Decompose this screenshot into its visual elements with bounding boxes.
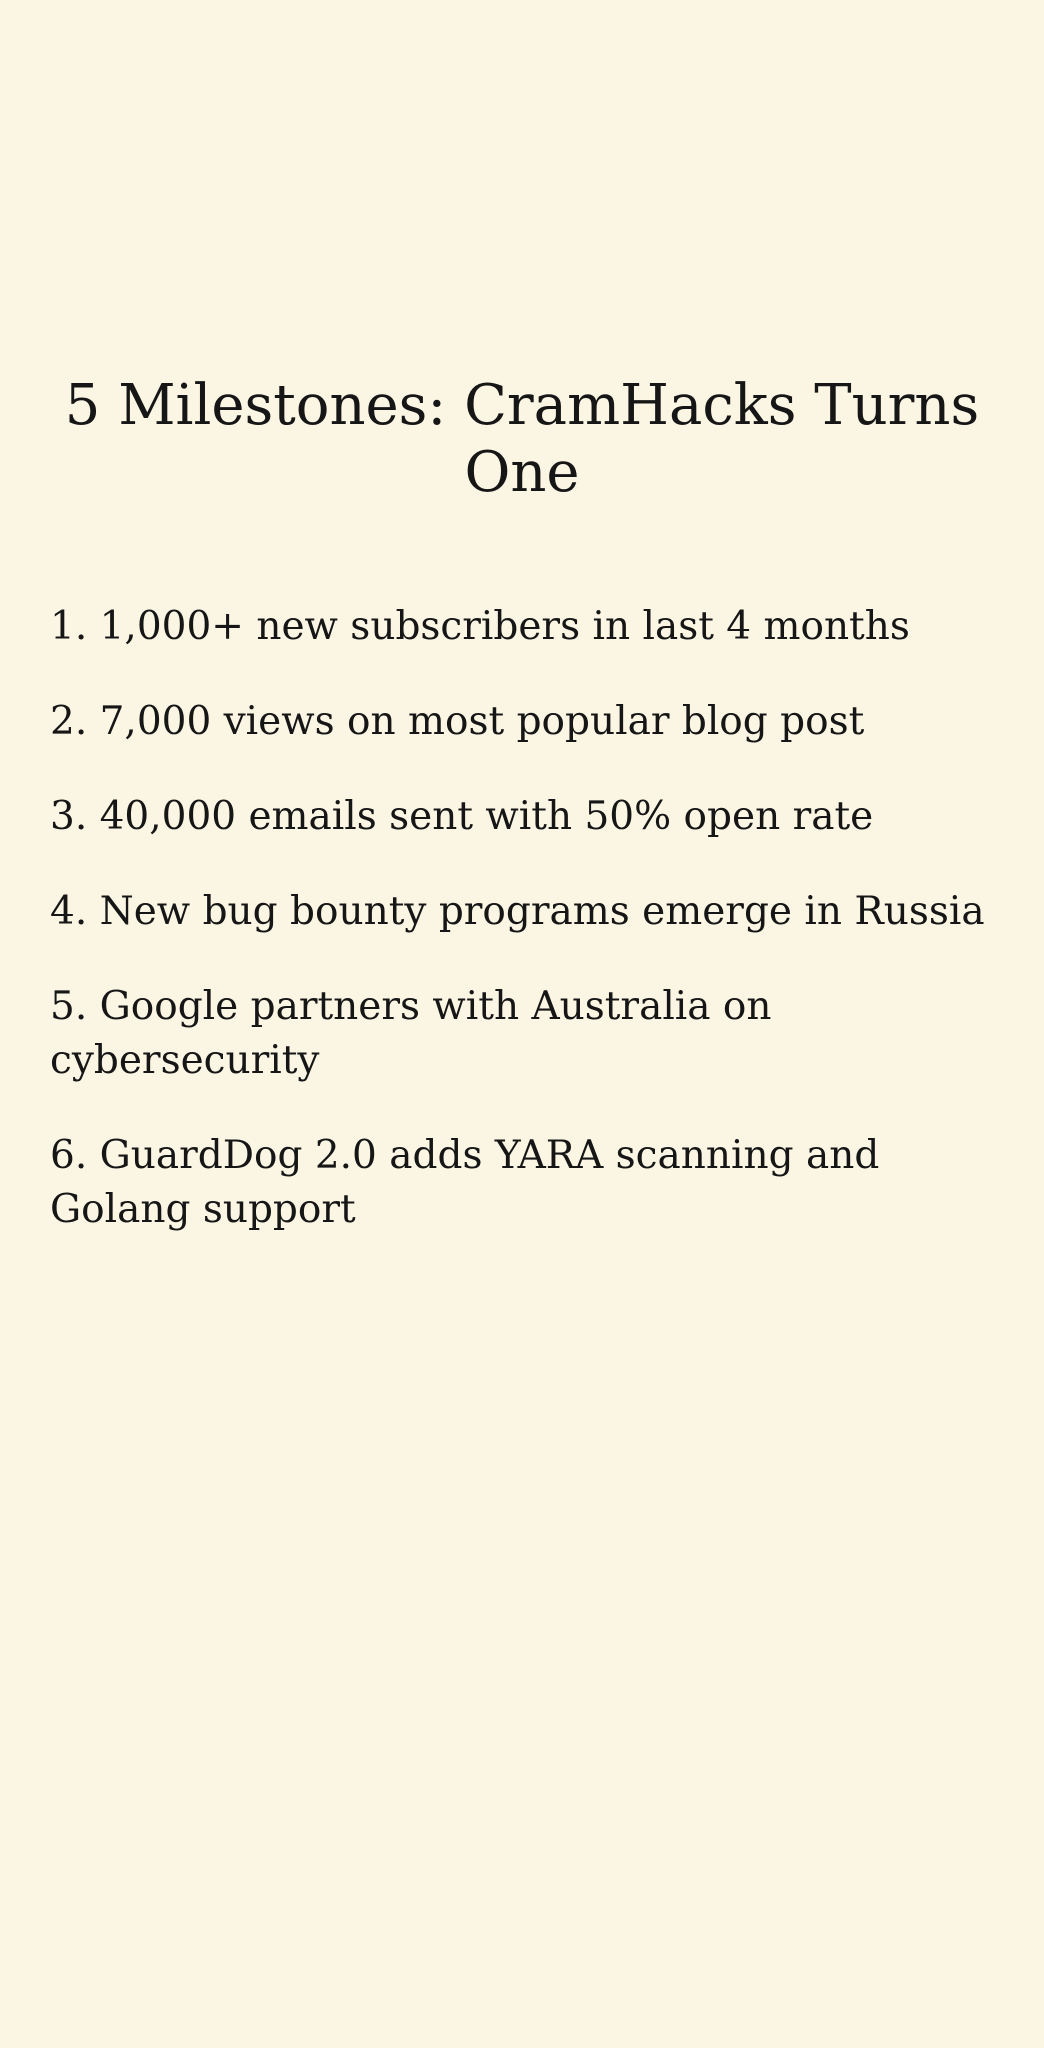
- page-title: 5 Milestones: CramHacks Turns One: [64, 373, 980, 505]
- milestone-item-4: 4. New bug bounty programs emerge in Rus…: [50, 889, 985, 934]
- milestone-item-5: 5. Google partners with Australia on cyb…: [50, 984, 772, 1083]
- milestone-item-2: 2. 7,000 views on most popular blog post: [50, 699, 865, 744]
- document-page: 5 Milestones: CramHacks Turns One 1. 1,0…: [0, 0, 1044, 2048]
- milestone-item-6: 6. GuardDog 2.0 adds YARA scanning and G…: [50, 1133, 880, 1232]
- milestones-list: 1. 1,000+ new subscribers in last 4 mont…: [50, 600, 1000, 1278]
- milestone-item-3: 3. 40,000 emails sent with 50% open rate: [50, 794, 874, 839]
- milestone-item-1: 1. 1,000+ new subscribers in last 4 mont…: [50, 604, 910, 649]
